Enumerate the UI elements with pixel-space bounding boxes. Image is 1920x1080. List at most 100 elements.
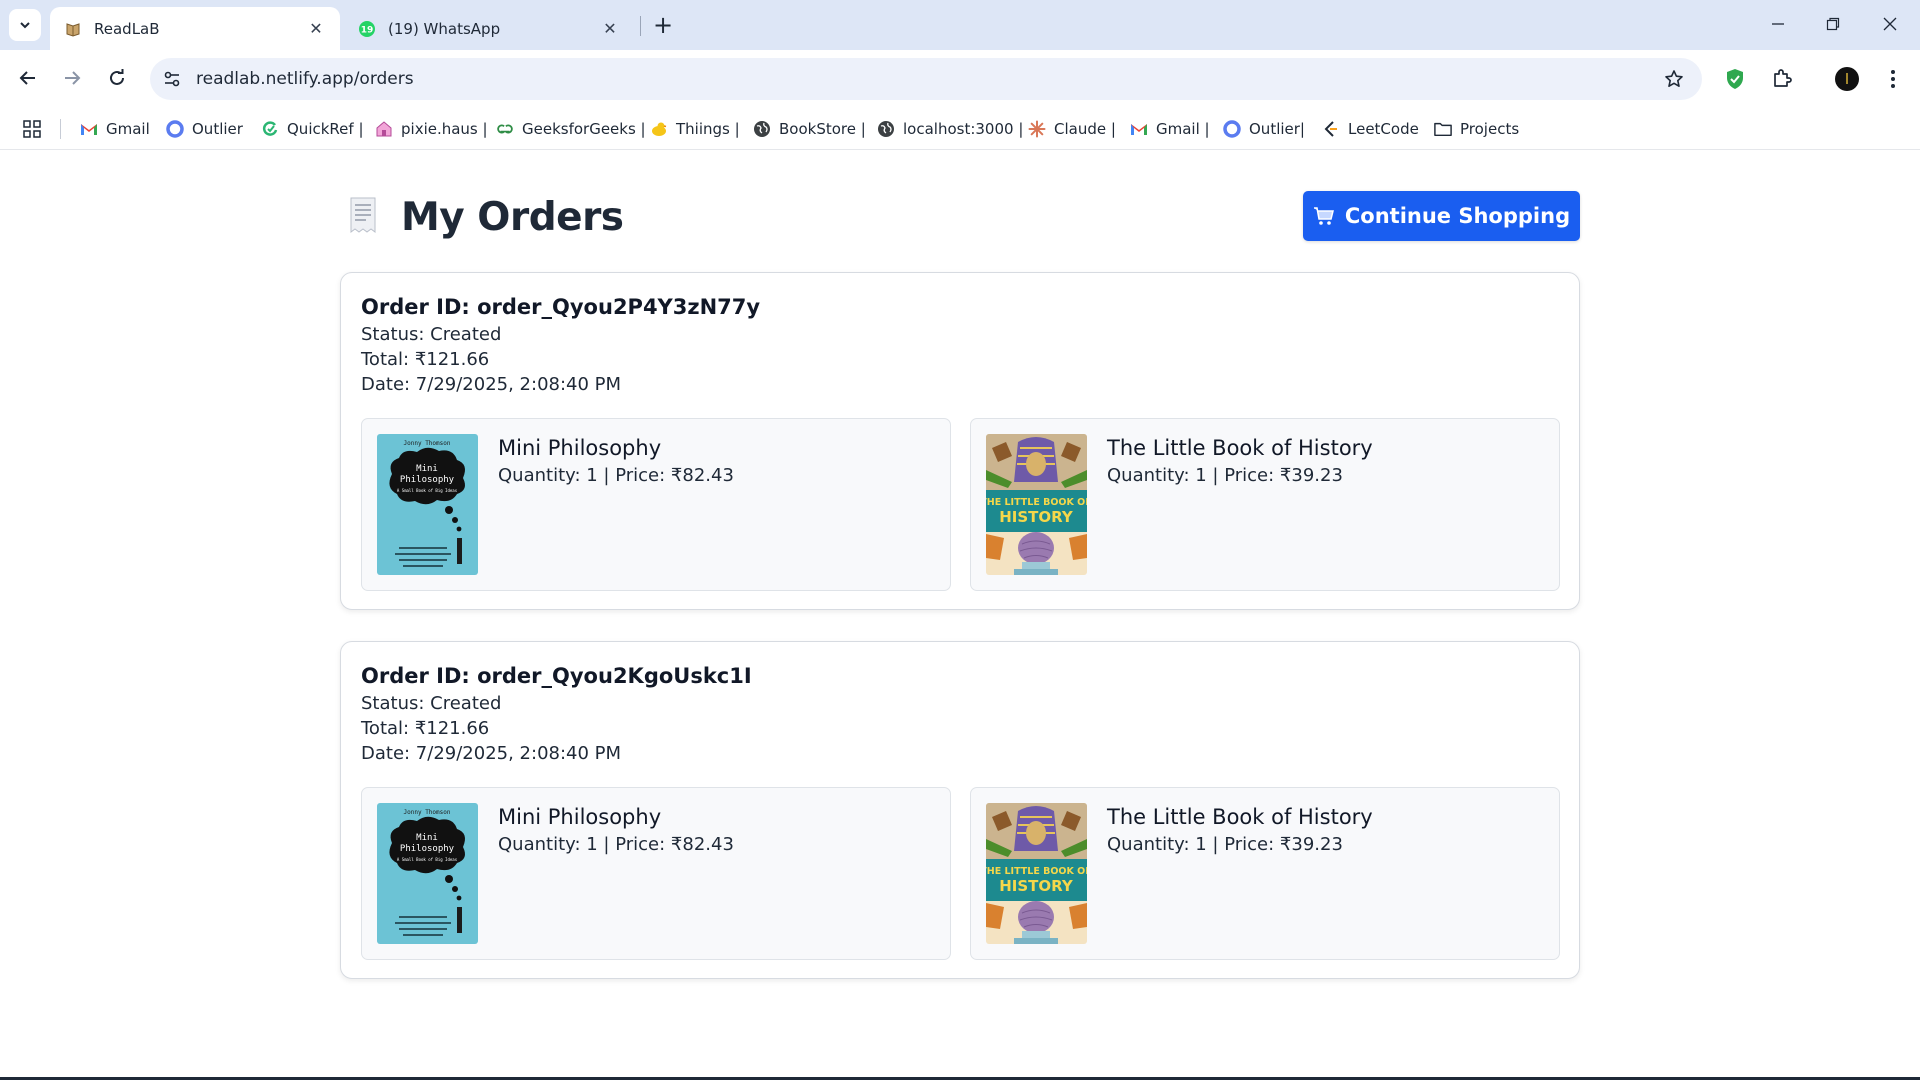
pixie-icon xyxy=(375,120,393,138)
order-item: Jonny Thomson Mini Philosophy A Small Bo… xyxy=(361,787,951,960)
profile-avatar[interactable] xyxy=(1832,64,1862,94)
cover-title-line: Mini xyxy=(416,464,438,474)
extensions-puzzle-icon[interactable] xyxy=(1767,64,1797,94)
bookmark-star-icon[interactable] xyxy=(1662,67,1686,91)
restore-icon xyxy=(1826,17,1840,31)
bookmark-label: Projects xyxy=(1460,120,1520,138)
gfg-icon xyxy=(496,120,514,138)
cover-title-line: THE LITTLE BOOK OF xyxy=(986,866,1087,877)
item-name: Mini Philosophy xyxy=(498,805,662,829)
cover-title-line: Philosophy xyxy=(400,844,455,854)
cart-icon xyxy=(1313,207,1334,225)
gmail-icon xyxy=(80,120,98,138)
url-text[interactable]: readlab.netlify.app/orders xyxy=(196,69,414,89)
bookmark-outlier[interactable]: Outlier xyxy=(166,116,243,142)
item-quantity-price: Quantity: 1 | Price: ₹39.23 xyxy=(1107,465,1343,486)
bookmark-label: pixie.haus | xyxy=(401,120,488,138)
whatsapp-favicon-icon: 19 xyxy=(358,20,376,38)
bookmark-label: Outlier| xyxy=(1249,120,1305,138)
bookmark-label: localhost:3000 | xyxy=(903,120,1024,138)
book-cover-mini-philosophy: Jonny Thomson Mini Philosophy A Small Bo… xyxy=(377,803,478,944)
bookmark-thiings[interactable]: Thiings | xyxy=(650,116,740,142)
bookmarks-bar: Gmail Outlier QuickRef | pixie.haus | Ge… xyxy=(0,107,1920,150)
bookmark-bookstore[interactable]: BookStore | xyxy=(753,116,866,142)
bookmark-claude[interactable]: Claude | xyxy=(1028,116,1116,142)
bookmark-gmail-2[interactable]: Gmail | xyxy=(1130,116,1210,142)
close-tab-icon[interactable]: ✕ xyxy=(600,19,620,39)
bookmark-label: Gmail xyxy=(106,120,150,138)
cover-title-line: HISTORY xyxy=(999,877,1074,895)
quickref-icon xyxy=(261,120,279,138)
cover-author: Jonny Thomson xyxy=(404,809,451,816)
bookmark-label: Gmail | xyxy=(1156,120,1210,138)
order-date: Date: 7/29/2025, 2:08:40 PM xyxy=(361,743,622,764)
tab-readlab[interactable]: ReadLaB ✕ xyxy=(50,7,340,50)
bookmark-quickref[interactable]: QuickRef | xyxy=(261,116,364,142)
order-card: Order ID: order_Qyou2KgoUskc1I Status: C… xyxy=(340,641,1580,979)
bookmark-outlier-2[interactable]: Outlier| xyxy=(1223,116,1305,142)
order-item: Jonny Thomson Mini Philosophy A Small Bo… xyxy=(361,418,951,591)
new-tab-button[interactable]: + xyxy=(648,10,678,40)
bookmark-label: Claude | xyxy=(1054,120,1116,138)
item-name: The Little Book of History xyxy=(1107,436,1373,460)
arrow-right-icon xyxy=(65,71,81,85)
page-title: My Orders xyxy=(401,195,624,240)
whatsapp-badge: 19 xyxy=(361,25,374,35)
close-tab-icon[interactable]: ✕ xyxy=(306,19,326,39)
arrow-left-icon xyxy=(19,71,35,85)
bookmark-label: Outlier xyxy=(192,120,243,138)
bookmark-label: BookStore | xyxy=(779,120,866,138)
continue-shopping-label: Continue Shopping xyxy=(1344,204,1571,228)
forward-button[interactable] xyxy=(54,60,90,96)
item-quantity-price: Quantity: 1 | Price: ₹82.43 xyxy=(498,834,734,855)
bookmark-gmail[interactable]: Gmail xyxy=(80,116,150,142)
bookmark-label: GeeksforGeeks | xyxy=(522,120,646,138)
close-window-button[interactable] xyxy=(1870,8,1910,40)
item-name: Mini Philosophy xyxy=(498,436,662,460)
cover-title-line: Philosophy xyxy=(400,475,455,485)
item-name: The Little Book of History xyxy=(1107,805,1373,829)
outlier-icon xyxy=(1223,120,1241,138)
reload-button[interactable] xyxy=(99,60,135,96)
bookmark-pixie[interactable]: pixie.haus | xyxy=(375,116,488,142)
order-id: Order ID: order_Qyou2P4Y3zN77y xyxy=(361,295,761,319)
tab-search-button[interactable] xyxy=(9,9,41,41)
claude-icon xyxy=(1028,120,1046,138)
minimize-button[interactable] xyxy=(1758,8,1798,40)
order-item: THE LITTLE BOOK OF HISTORY The Little Bo… xyxy=(970,418,1560,591)
cover-subtitle: A Small Book of Big Ideas xyxy=(397,857,458,862)
address-bar[interactable]: readlab.netlify.app/orders xyxy=(150,58,1702,100)
restore-button[interactable] xyxy=(1813,8,1853,40)
orders-page: My Orders Continue Shopping Order ID: or… xyxy=(0,151,1920,1080)
bookmark-geeksforgeeks[interactable]: GeeksforGeeks | xyxy=(496,116,646,142)
leetcode-icon xyxy=(1322,120,1340,138)
bookmark-localhost[interactable]: localhost:3000 | xyxy=(877,116,1023,142)
bookmark-label: LeetCode xyxy=(1348,120,1419,138)
book-cover-mini-philosophy: Jonny Thomson Mini Philosophy A Small Bo… xyxy=(377,434,478,575)
continue-shopping-button[interactable]: Continue Shopping xyxy=(1303,191,1580,241)
bookmark-label: QuickRef | xyxy=(287,120,364,138)
bookmark-leetcode[interactable]: LeetCode xyxy=(1322,116,1419,142)
order-card: Order ID: order_Qyou2P4Y3zN77y Status: C… xyxy=(340,272,1580,610)
minimize-icon xyxy=(1772,23,1784,25)
page-header: My Orders Continue Shopping xyxy=(340,191,1580,243)
tab-title: (19) WhatsApp xyxy=(388,19,501,38)
browser-menu-icon[interactable] xyxy=(1878,64,1908,94)
reload-icon xyxy=(110,69,124,85)
bookmarks-divider xyxy=(60,119,61,139)
cover-author: Jonny Thomson xyxy=(404,440,451,447)
folder-icon xyxy=(1434,120,1452,138)
back-button[interactable] xyxy=(10,60,46,96)
apps-grid-icon[interactable] xyxy=(20,117,44,141)
order-total: Total: ₹121.66 xyxy=(361,349,490,370)
order-total: Total: ₹121.66 xyxy=(361,718,490,739)
shield-extension-icon[interactable] xyxy=(1720,64,1750,94)
order-id: Order ID: order_Qyou2KgoUskc1I xyxy=(361,664,752,688)
bookmark-projects[interactable]: Projects xyxy=(1434,116,1519,142)
item-quantity-price: Quantity: 1 | Price: ₹39.23 xyxy=(1107,834,1343,855)
site-info-icon[interactable] xyxy=(160,67,184,91)
tab-whatsapp[interactable]: 19 (19) WhatsApp ✕ xyxy=(344,7,634,50)
readlab-favicon-icon xyxy=(64,20,82,38)
tab-strip: ReadLaB ✕ 19 (19) WhatsApp ✕ + xyxy=(0,0,1920,50)
item-quantity-price: Quantity: 1 | Price: ₹82.43 xyxy=(498,465,734,486)
